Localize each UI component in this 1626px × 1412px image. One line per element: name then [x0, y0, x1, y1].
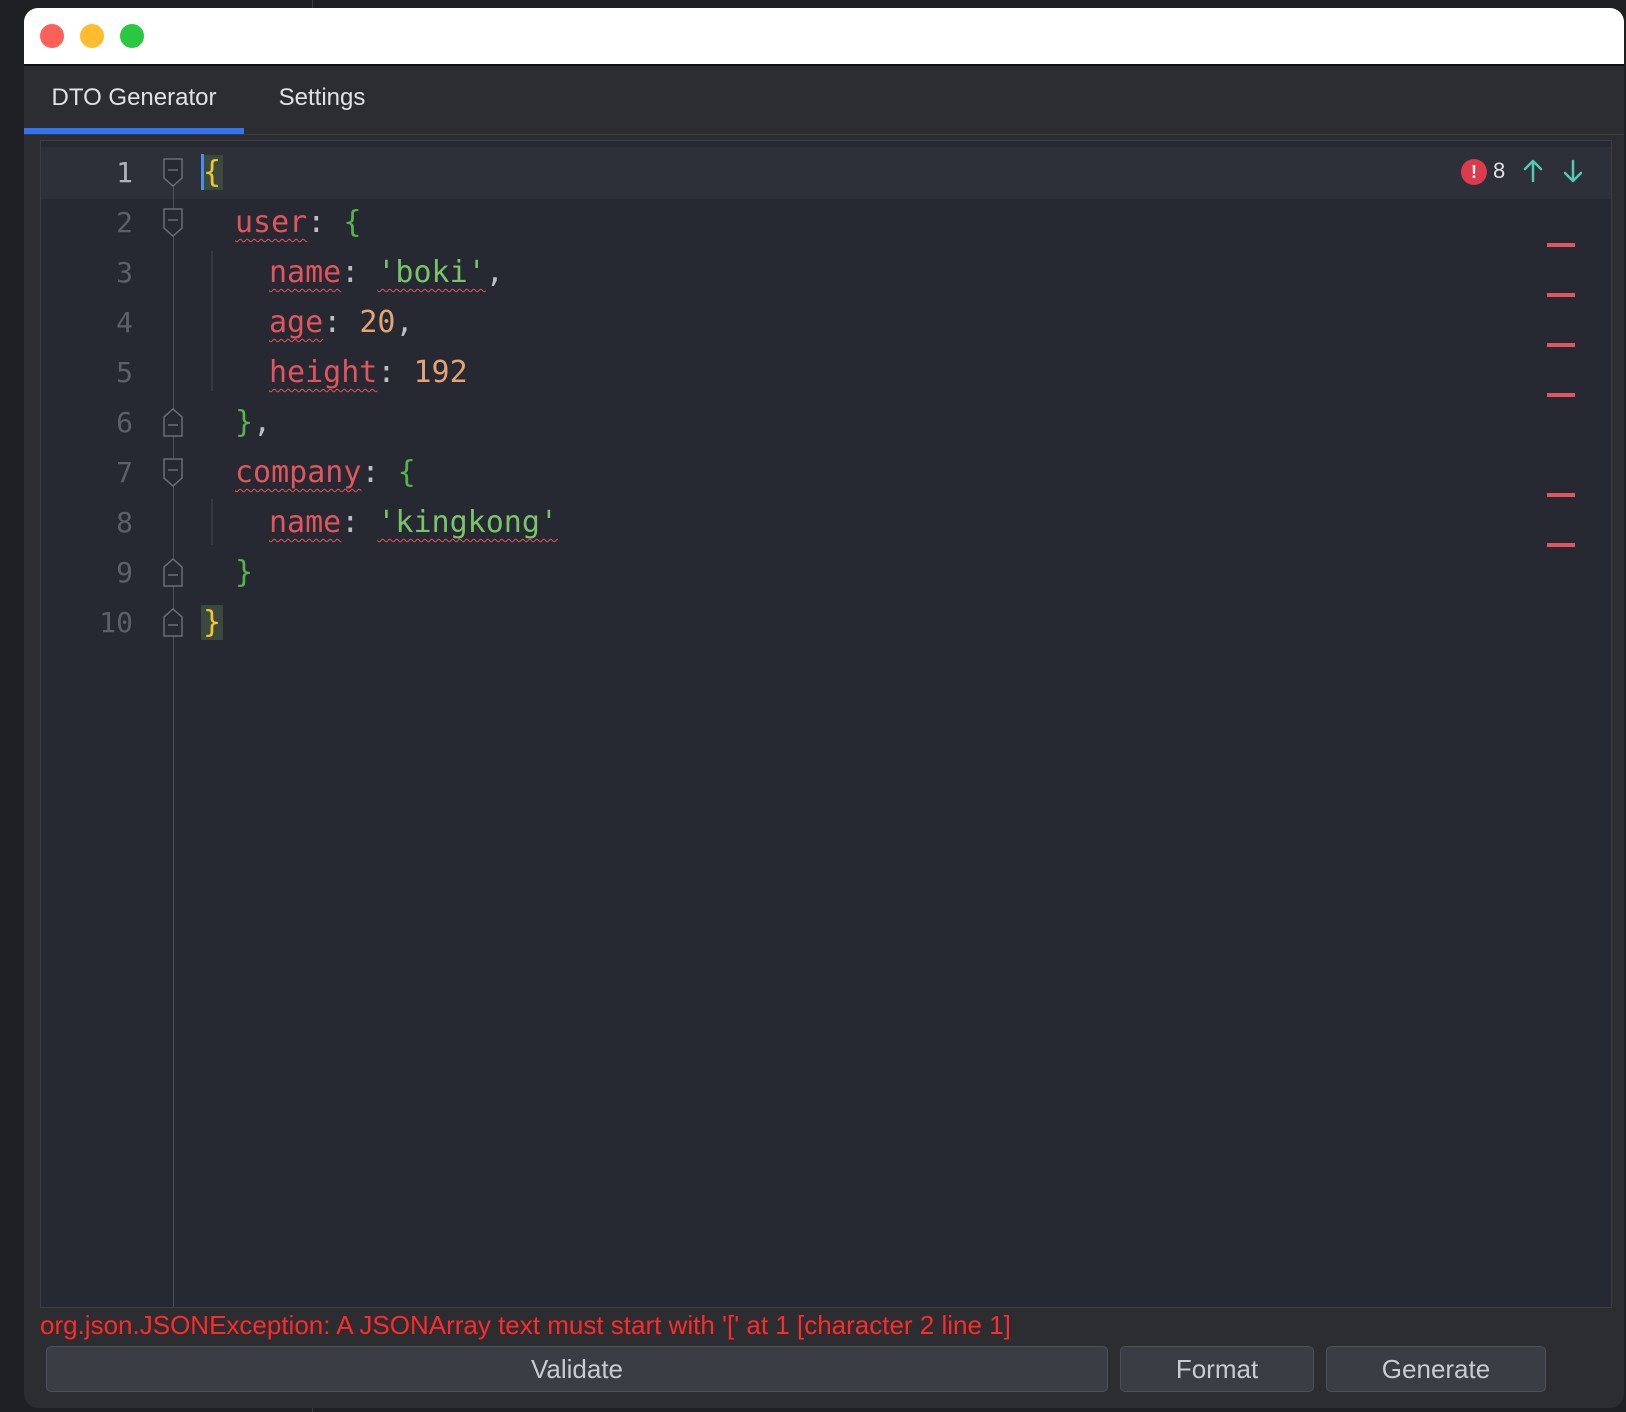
json-number-value: 192: [413, 355, 468, 390]
close-window-button[interactable]: [40, 24, 64, 48]
colon: :: [361, 455, 398, 490]
line-number: 6: [116, 406, 133, 439]
code-line: height: 192: [269, 347, 468, 399]
fold-collapse-icon[interactable]: [163, 208, 183, 238]
line-number: 10: [99, 606, 133, 639]
json-editor[interactable]: 1 2 3 4 5 6 7 8 9 10 {user: {name: 'bo…: [40, 140, 1612, 1308]
text-caret: [201, 153, 204, 190]
code-line: }: [235, 547, 253, 599]
json-key: name: [269, 505, 342, 540]
colon: :: [377, 355, 414, 390]
fold-end-icon[interactable]: [163, 557, 183, 587]
brace: }: [235, 555, 254, 590]
colon: :: [323, 305, 360, 340]
line-number: 4: [116, 306, 133, 339]
error-message: org.json.JSONException: A JSONArray text…: [40, 1310, 1011, 1340]
code-line: name: 'kingkong': [269, 497, 558, 549]
code-line: },: [235, 397, 271, 449]
title-bar: [24, 8, 1624, 66]
error-stripe-marker[interactable]: [1547, 293, 1575, 297]
indent-guide: [211, 251, 213, 391]
line-number: 7: [116, 456, 133, 489]
gutter-separator: [173, 161, 174, 1307]
code-line: age: 20,: [269, 297, 414, 349]
code-line: name: 'boki',: [269, 247, 504, 299]
line-number: 3: [116, 256, 133, 289]
maximize-window-button[interactable]: [120, 24, 144, 48]
brace: {: [343, 205, 362, 240]
json-key: name: [269, 255, 342, 290]
colon: :: [307, 205, 344, 240]
fold-end-icon[interactable]: [163, 607, 183, 637]
json-key: height: [269, 355, 378, 390]
brace: {: [397, 455, 416, 490]
app-window: DTO Generator Settings 1 2 3 4 5 6 7 8 9…: [24, 8, 1624, 1408]
json-string-value: 'boki': [377, 255, 486, 290]
colon: :: [341, 505, 378, 540]
tab-settings[interactable]: Settings: [244, 66, 400, 134]
error-stripe-marker[interactable]: [1547, 543, 1575, 547]
fold-end-icon[interactable]: [163, 407, 183, 437]
json-key: user: [235, 205, 308, 240]
comma: ,: [395, 305, 414, 340]
minimize-window-button[interactable]: [80, 24, 104, 48]
fold-collapse-icon[interactable]: [163, 158, 183, 188]
error-stripe-marker[interactable]: [1547, 393, 1575, 397]
error-count: 8: [1493, 158, 1506, 183]
json-key: age: [269, 305, 324, 340]
validate-button[interactable]: Validate: [46, 1346, 1108, 1392]
json-key: company: [235, 455, 362, 490]
inspection-widget[interactable]: ! 8: [1445, 149, 1603, 193]
json-string-value: 'kingkong': [377, 505, 558, 540]
generate-button[interactable]: Generate: [1326, 1346, 1546, 1392]
error-stripe-marker[interactable]: [1547, 343, 1575, 347]
tab-dto-generator[interactable]: DTO Generator: [24, 66, 244, 134]
fold-collapse-icon[interactable]: [163, 458, 183, 488]
tab-bar: DTO Generator Settings: [24, 66, 1624, 135]
line-number: 5: [116, 356, 133, 389]
error-icon: !: [1461, 159, 1487, 185]
colon: :: [341, 255, 378, 290]
line-number: 1: [116, 156, 133, 189]
current-line-highlight: [41, 147, 1611, 199]
code-line: }: [201, 597, 224, 649]
line-number: 8: [116, 506, 133, 539]
comma: ,: [485, 255, 504, 290]
error-stripe-marker[interactable]: [1547, 243, 1575, 247]
line-number: 2: [116, 206, 133, 239]
format-button[interactable]: Format: [1120, 1346, 1314, 1392]
code-line: company: {: [235, 447, 416, 499]
line-number: 9: [116, 556, 133, 589]
json-number-value: 20: [359, 305, 396, 340]
matched-brace: }: [201, 605, 224, 640]
arrow-down-icon[interactable]: [1559, 157, 1587, 185]
error-stripe-marker[interactable]: [1547, 493, 1575, 497]
comma: ,: [253, 405, 272, 440]
code-line: user: {: [235, 197, 361, 249]
matched-brace: {: [201, 155, 224, 190]
code-line: {: [201, 147, 224, 199]
brace: }: [235, 405, 254, 440]
indent-guide: [211, 499, 213, 545]
arrow-up-icon[interactable]: [1519, 157, 1547, 185]
